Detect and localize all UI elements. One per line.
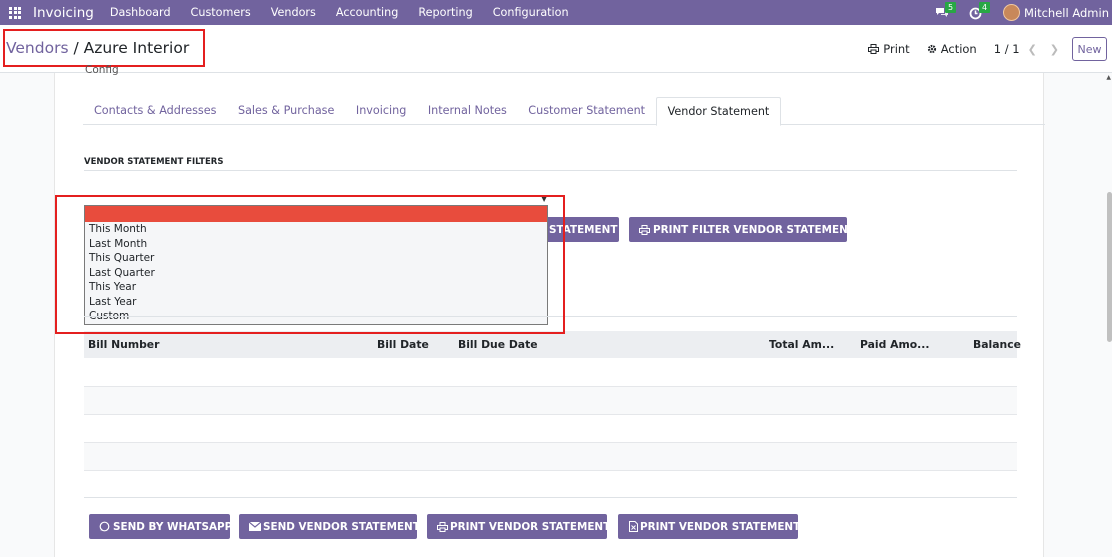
partial-field-label: Config — [85, 64, 119, 76]
activities-button[interactable]: 4 — [969, 1, 991, 19]
app-name[interactable]: Invoicing — [33, 5, 94, 21]
table-row — [84, 443, 1017, 471]
print-vendor-statement-button[interactable]: PRINT VENDOR STATEMENT — [427, 514, 611, 539]
tab-vendor-statement[interactable]: Vendor Statement — [655, 97, 781, 126]
menu-reporting[interactable]: Reporting — [418, 6, 472, 19]
print-xls-button-label: PRINT VENDOR STATEMENT — [640, 520, 801, 533]
scroll-up-icon[interactable]: ▲ — [1106, 74, 1111, 81]
messages-badge: 5 — [944, 1, 957, 13]
print-vendor-statement-xls-button[interactable]: PRINT VENDOR STATEMENT — [618, 514, 801, 539]
action-label: Action — [940, 42, 977, 56]
send-by-whatsapp-button[interactable]: SEND BY WHATSAPP — [89, 514, 233, 539]
pager-previous-icon[interactable]: ❮ — [1028, 43, 1037, 56]
top-navbar: Invoicing Dashboard Customers Vendors Ac… — [0, 0, 1112, 25]
new-button[interactable]: New — [1072, 37, 1107, 61]
column-balance[interactable]: Balance — [973, 338, 1021, 351]
column-bill-number[interactable]: Bill Number — [88, 338, 159, 351]
app-grid-icon[interactable] — [9, 6, 23, 19]
tab-internal-notes[interactable]: Internal Notes — [417, 97, 517, 125]
print-filter-button-label: PRINT FILTER VENDOR STATEMENT — [653, 223, 855, 236]
scrollbar-thumb[interactable] — [1107, 192, 1112, 342]
gear-icon — [927, 44, 936, 54]
user-name[interactable]: Mitchell Admin — [1024, 6, 1109, 20]
column-total-amount[interactable]: Total Am... — [769, 338, 834, 351]
column-bill-date[interactable]: Bill Date — [377, 338, 429, 351]
filters-divider — [84, 170, 1017, 171]
print-icon — [437, 521, 448, 532]
table-row — [84, 387, 1017, 415]
table-row — [84, 359, 1017, 387]
print-label: Print — [883, 42, 910, 56]
print-icon — [868, 44, 880, 54]
tab-contacts-addresses[interactable]: Contacts & Addresses — [83, 97, 227, 125]
print-icon — [639, 224, 650, 235]
dropdown-highlight-box — [55, 195, 565, 334]
activities-badge: 4 — [978, 1, 991, 13]
breadcrumb-highlight-box — [3, 29, 205, 67]
print-statement-button-label: PRINT VENDOR STATEMENT — [450, 520, 611, 533]
send-vendor-statement-button[interactable]: SEND VENDOR STATEMENT — [239, 514, 420, 539]
column-paid-amount[interactable]: Paid Amo... — [860, 338, 929, 351]
pager-value[interactable]: 1 / 1 — [994, 42, 1020, 56]
control-panel: Vendors / Azure Interior Print Action 1 … — [0, 25, 1112, 73]
menu-vendors[interactable]: Vendors — [271, 6, 316, 19]
send-statement-button-label: SEND VENDOR STATEMENT — [263, 520, 420, 533]
notebook-tabs: Contacts & Addresses Sales & Purchase In… — [83, 97, 1045, 126]
tab-customer-statement[interactable]: Customer Statement — [517, 97, 655, 125]
menu-accounting[interactable]: Accounting — [336, 6, 398, 19]
table-row — [84, 415, 1017, 443]
tab-sales-purchase[interactable]: Sales & Purchase — [227, 97, 345, 125]
whatsapp-button-label: SEND BY WHATSAPP — [113, 520, 233, 533]
menu-dashboard[interactable]: Dashboard — [110, 6, 171, 19]
print-menu-button[interactable]: Print — [868, 42, 910, 56]
column-bill-due-date[interactable]: Bill Due Date — [458, 338, 538, 351]
spreadsheet-file-icon — [629, 521, 638, 532]
action-menu-button[interactable]: Action — [927, 42, 977, 56]
tab-invoicing[interactable]: Invoicing — [345, 97, 417, 125]
filters-section-title: VENDOR STATEMENT FILTERS — [84, 157, 224, 167]
menu-configuration[interactable]: Configuration — [493, 6, 569, 19]
menu-customers[interactable]: Customers — [191, 6, 251, 19]
envelope-icon — [249, 522, 261, 531]
whatsapp-icon — [99, 521, 110, 532]
print-filter-vendor-statement-button[interactable]: PRINT FILTER VENDOR STATEMENT — [629, 217, 855, 242]
pager-next-icon[interactable]: ❯ — [1050, 43, 1059, 56]
statement-table-header: Bill Number Bill Date Bill Due Date Tota… — [84, 331, 1021, 358]
bottom-divider — [84, 497, 1017, 498]
messages-button[interactable]: 5 — [935, 1, 957, 19]
user-avatar[interactable] — [1002, 4, 1020, 21]
